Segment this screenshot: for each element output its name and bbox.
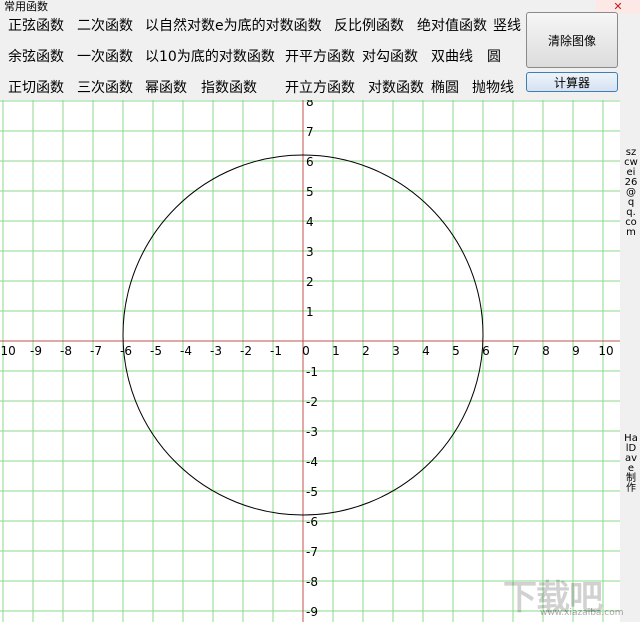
vertical-line-button[interactable]: 竖线 bbox=[493, 17, 521, 35]
hyperbola-button[interactable]: 双曲线 bbox=[431, 48, 473, 66]
sine-function-button[interactable]: 正弦函数 bbox=[8, 17, 64, 35]
y-tick-label: -7 bbox=[306, 545, 318, 559]
clear-graph-button[interactable]: 清除图像 bbox=[526, 12, 618, 68]
y-tick-label: -6 bbox=[306, 515, 318, 529]
x-tick-label: 5 bbox=[452, 344, 460, 358]
y-tick-label: -3 bbox=[306, 425, 318, 439]
x-tick-label: 10 bbox=[598, 344, 613, 358]
y-tick-label: 6 bbox=[306, 155, 314, 169]
y-tick-label: -2 bbox=[306, 395, 318, 409]
author-credit: HalDave制作 bbox=[624, 433, 638, 494]
y-tick-label: -8 bbox=[306, 575, 318, 589]
x-tick-label: -1 bbox=[270, 344, 282, 358]
y-tick-label: -5 bbox=[306, 485, 318, 499]
square-root-function-button[interactable]: 开平方函数 bbox=[285, 48, 355, 66]
x-tick-label: 2 bbox=[362, 344, 370, 358]
cosine-function-button[interactable]: 余弦函数 bbox=[8, 48, 64, 66]
x-tick-label: 6 bbox=[482, 344, 490, 358]
quadratic-function-button[interactable]: 二次函数 bbox=[77, 17, 133, 35]
x-tick-label: 8 bbox=[542, 344, 550, 358]
x-tick-label: 4 bbox=[422, 344, 430, 358]
hook-function-button[interactable]: 对勾函数 bbox=[362, 48, 418, 66]
y-tick-label: 4 bbox=[306, 215, 314, 229]
x-tick-label: -2 bbox=[240, 344, 252, 358]
y-tick-label: 5 bbox=[306, 185, 314, 199]
x-tick-label: 7 bbox=[512, 344, 520, 358]
inverse-proportional-function-button[interactable]: 反比例函数 bbox=[334, 17, 404, 35]
x-tick-label: -4 bbox=[180, 344, 192, 358]
x-tick-label: -10 bbox=[0, 344, 16, 358]
parabola-button[interactable]: 抛物线 bbox=[472, 79, 514, 97]
cubic-function-button[interactable]: 三次函数 bbox=[77, 79, 133, 97]
y-tick-label: -1 bbox=[306, 365, 318, 379]
tangent-function-button[interactable]: 正切函数 bbox=[8, 79, 64, 97]
x-tick-label: -8 bbox=[60, 344, 72, 358]
ellipse-button[interactable]: 椭圆 bbox=[431, 79, 459, 97]
window-title: 常用函数 bbox=[4, 0, 48, 13]
y-tick-label: -4 bbox=[306, 455, 318, 469]
x-tick-label: 0 bbox=[302, 344, 310, 358]
linear-function-button[interactable]: 一次函数 bbox=[77, 48, 133, 66]
x-tick-label: -3 bbox=[210, 344, 222, 358]
power-function-button[interactable]: 幂函数 bbox=[145, 79, 187, 97]
x-tick-label: 1 bbox=[332, 344, 340, 358]
x-tick-label: -6 bbox=[120, 344, 132, 358]
natural-log-function-button[interactable]: 以自然对数e为底的对数函数 bbox=[145, 17, 322, 35]
y-tick-label: 3 bbox=[306, 245, 314, 259]
watermark-url: www.xiazaiba.com bbox=[540, 608, 624, 618]
y-tick-label: 2 bbox=[306, 275, 314, 289]
exponential-function-button[interactable]: 指数函数 bbox=[201, 79, 257, 97]
x-tick-label: -9 bbox=[30, 344, 42, 358]
x-tick-label: 3 bbox=[392, 344, 400, 358]
y-tick-label: -9 bbox=[306, 605, 318, 619]
x-tick-label: 9 bbox=[572, 344, 580, 358]
y-tick-label: 1 bbox=[306, 305, 314, 319]
log10-function-button[interactable]: 以10为底的对数函数 bbox=[145, 48, 275, 66]
contact-email: szcwei26@qq.com bbox=[624, 147, 638, 238]
cube-root-function-button[interactable]: 开立方函数 bbox=[285, 79, 355, 97]
coordinate-plot: -10-9-8-7-6-5-4-3-2-10123456789108765432… bbox=[0, 100, 620, 622]
circle-button[interactable]: 圆 bbox=[487, 48, 501, 66]
graph-area: -10-9-8-7-6-5-4-3-2-10123456789108765432… bbox=[0, 100, 620, 622]
logarithm-function-button[interactable]: 对数函数 bbox=[368, 79, 424, 97]
y-tick-label: 7 bbox=[306, 125, 314, 139]
y-tick-label: 8 bbox=[306, 100, 314, 109]
x-tick-label: -5 bbox=[150, 344, 162, 358]
absolute-value-function-button[interactable]: 绝对值函数 bbox=[417, 17, 487, 35]
calculator-button[interactable]: 计算器 bbox=[526, 72, 618, 92]
x-tick-label: -7 bbox=[90, 344, 102, 358]
